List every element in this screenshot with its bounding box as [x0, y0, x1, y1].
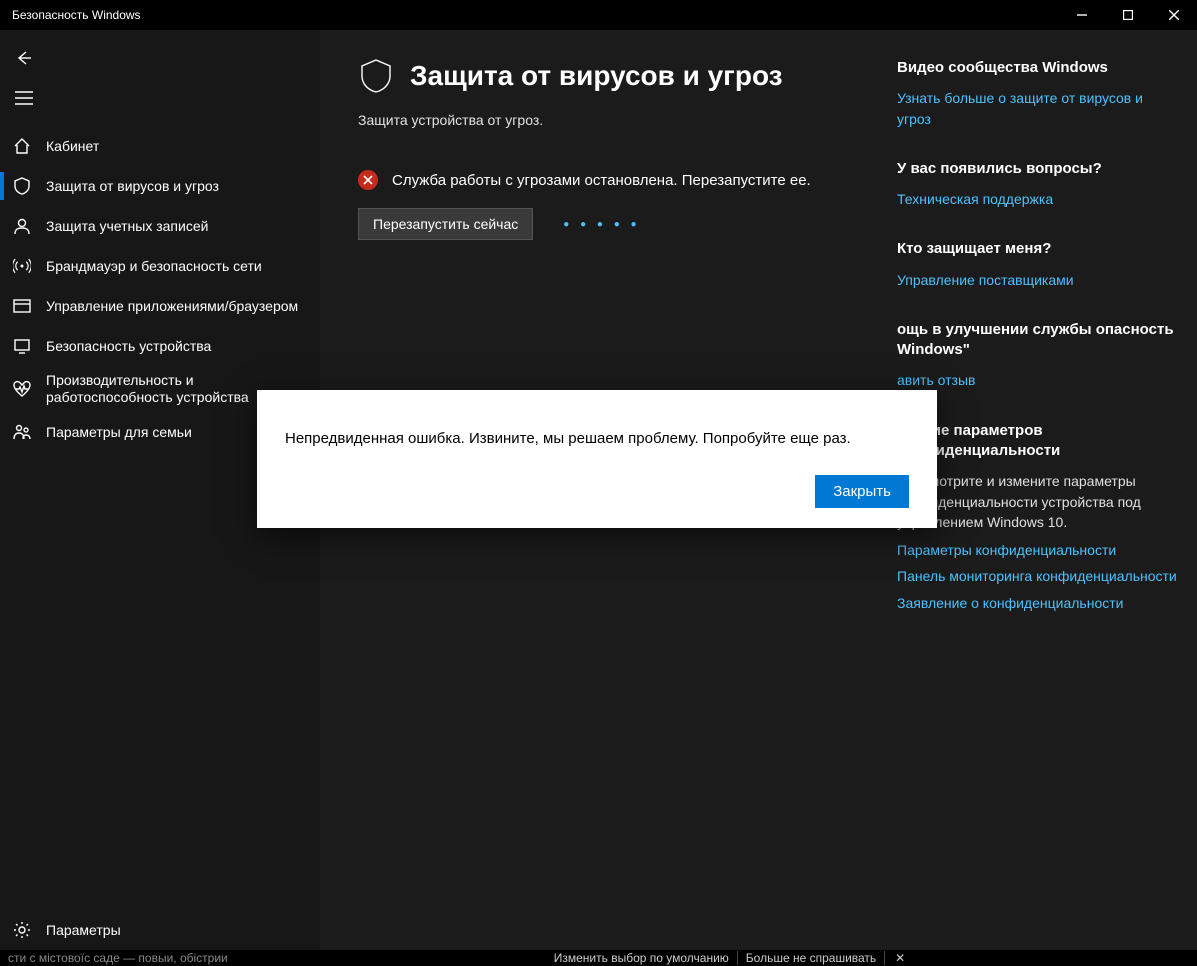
bottom-close-button[interactable]: ✕ [885, 951, 915, 965]
section-heading: ощь в улучшении службы опасность Windows… [897, 320, 1177, 361]
page-title: Защита от вирусов и угроз [410, 60, 783, 92]
person-icon [12, 216, 32, 236]
loading-indicator: ● ● ● ● ● [563, 219, 640, 230]
minimize-button[interactable] [1059, 0, 1105, 30]
link-manage-providers[interactable]: Управление поставщиками [897, 270, 1177, 290]
error-dialog: Непредвиденная ошибка. Извините, мы реша… [257, 390, 937, 528]
sidebar-item-home[interactable]: Кабинет [0, 126, 320, 166]
gear-icon [12, 920, 32, 940]
restart-button[interactable]: Перезапустить сейчас [358, 208, 533, 240]
back-button[interactable] [0, 38, 48, 78]
sidebar-item-device-security[interactable]: Безопасность устройства [0, 326, 320, 366]
sidebar-item-label: Защита учетных записей [46, 218, 208, 234]
bottom-fragment: сти с містовоїс саде — повыи, обістрии [0, 951, 236, 965]
dialog-close-button[interactable]: Закрыть [815, 475, 909, 508]
link-privacy-statement[interactable]: Заявление о конфиденциальности [897, 593, 1177, 613]
bottom-bar: сти с містовоїс саде — повыи, обістрии И… [0, 950, 1197, 966]
link-support[interactable]: Техническая поддержка [897, 189, 1177, 209]
status-message: Служба работы с угрозами остановлена. Пе… [358, 170, 878, 190]
link-privacy-settings[interactable]: Параметры конфиденциальности [897, 540, 1177, 560]
hamburger-button[interactable] [0, 78, 48, 118]
home-icon [12, 136, 32, 156]
sidebar-item-label: Параметры для семьи [46, 424, 192, 440]
bottom-button-dont-ask[interactable]: Больше не спрашивать [738, 951, 885, 965]
sidebar-item-app-browser-control[interactable]: Управление приложениями/браузером [0, 286, 320, 326]
section-heading: Кто защищает меня? [897, 239, 1177, 259]
window-title: Безопасность Windows [12, 8, 1059, 22]
sidebar-item-label: Параметры [46, 922, 121, 938]
section-heading: енение параметров конфиденциальности [897, 421, 1177, 462]
sidebar-item-label: Защита от вирусов и угроз [46, 178, 219, 194]
section-heading: Видео сообщества Windows [897, 58, 1177, 78]
shield-icon [358, 58, 394, 94]
sidebar-item-label: Кабинет [46, 138, 99, 154]
status-text: Служба работы с угрозами остановлена. Пе… [392, 172, 811, 189]
heart-icon [12, 379, 32, 399]
network-icon [12, 256, 32, 276]
link-privacy-dashboard[interactable]: Панель мониторинга конфиденциальности [897, 566, 1177, 586]
sidebar-item-label: Безопасность устройства [46, 338, 211, 354]
device-icon [12, 336, 32, 356]
shield-icon [12, 176, 32, 196]
link-learn-more[interactable]: Узнать больше о защите от вирусов и угро… [897, 88, 1177, 129]
sidebar-item-label: Управление приложениями/браузером [46, 298, 298, 314]
sidebar-item-label: Брандмауэр и безопасность сети [46, 258, 262, 274]
sidebar-item-firewall[interactable]: Брандмауэр и безопасность сети [0, 246, 320, 286]
app-browser-icon [12, 296, 32, 316]
family-icon [12, 422, 32, 442]
sidebar-item-virus-protection[interactable]: Защита от вирусов и угроз [0, 166, 320, 206]
link-feedback[interactable]: авить отзыв [897, 370, 1177, 390]
dialog-message: Непредвиденная ошибка. Извините, мы реша… [285, 430, 909, 447]
maximize-button[interactable] [1105, 0, 1151, 30]
sidebar-item-settings[interactable]: Параметры [0, 910, 320, 950]
page-subtitle: Защита устройства от угроз. [358, 112, 878, 128]
titlebar: Безопасность Windows [0, 0, 1197, 30]
close-button[interactable] [1151, 0, 1197, 30]
sidebar-item-account-protection[interactable]: Защита учетных записей [0, 206, 320, 246]
error-icon [358, 170, 378, 190]
section-heading: У вас появились вопросы? [897, 159, 1177, 179]
right-sidebar: Видео сообщества Windows Узнать больше о… [897, 58, 1177, 950]
section-body: Просмотрите и измените параметры конфиде… [897, 471, 1177, 532]
bottom-button-change-default[interactable]: Изменить выбор по умолчанию [546, 951, 738, 965]
